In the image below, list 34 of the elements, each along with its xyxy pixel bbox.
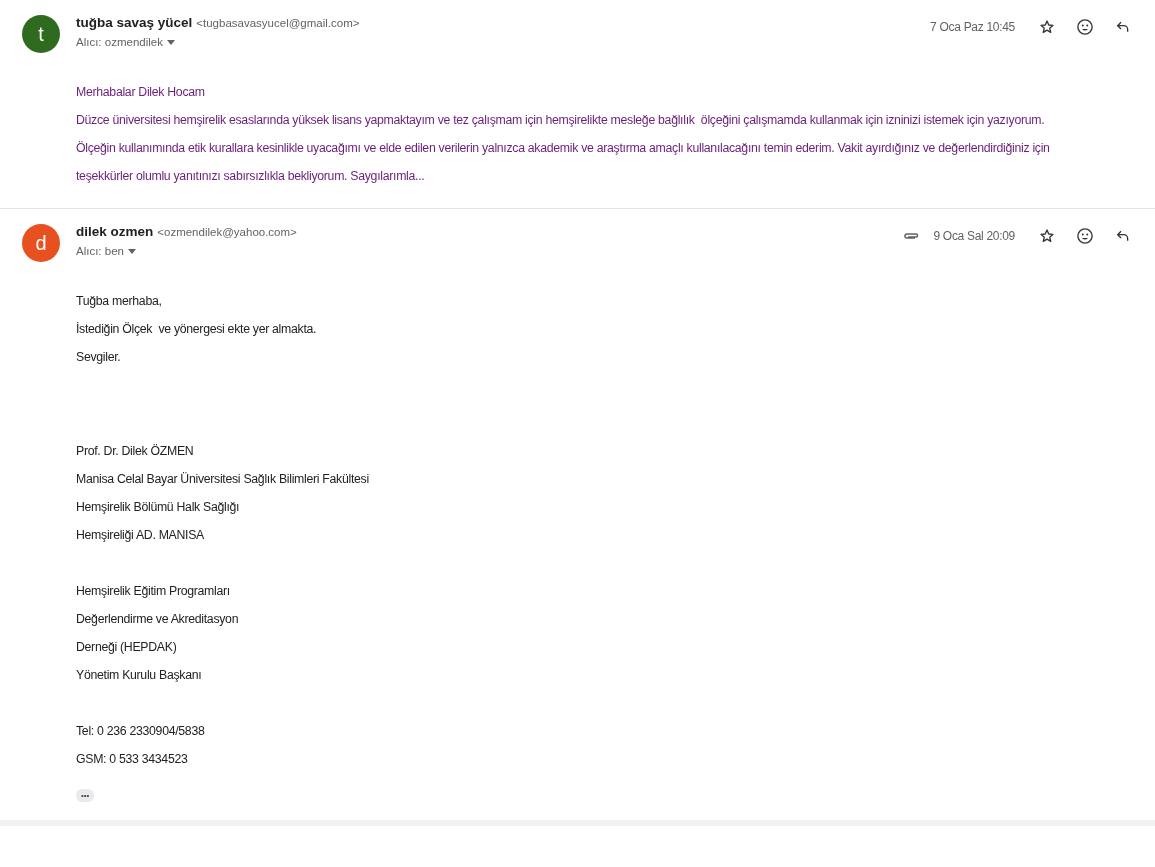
signature-text: Prof. Dr. Dilek ÖZMEN: [76, 443, 195, 460]
message-date: 7 Oca Paz 10:45: [930, 20, 1015, 34]
avatar: d: [22, 224, 60, 262]
sender-name: tuğba savaş yücel: [76, 15, 193, 30]
message-text: Ölçeğin kullanımında etik kurallara kesinlikle uyacağımı ve elde edilen verilerin yalnızca akademik ve araştırma amaçlı kullanılacağını temin ederim. Vakit ayırdığınız ve değerlendirdiğiniz için: [76, 140, 1051, 157]
signature-text: Hemşirelik Eğitim Programları: [76, 583, 231, 600]
avatar: t: [22, 15, 60, 53]
signature-text: Derneği (HEPDAK): [76, 639, 178, 656]
smiley-icon: [1076, 18, 1094, 36]
message-text: İstediğin Ölçek ve yönergesi ekte yer almakta.: [76, 321, 318, 338]
sender-email: <ozmendilek@yahoo.com>: [157, 226, 297, 238]
message-text: teşekkürler olumlu yanıtınızı sabırsızlıkla bekliyorum. Saygılarımla...: [76, 168, 426, 185]
sender-email: <tugbasavasyucel@gmail.com>: [196, 17, 360, 29]
recipient-dropdown[interactable]: Alıcı: ozmendilek: [76, 36, 175, 48]
caret-icon: [127, 248, 136, 254]
message-text: Düzce üniversitesi hemşirelik esaslarında yüksek lisans yapmaktayım ve tez çalışmam için hemşirelikte mesleğe bağlılık ölçeğini çalışmamda kullanmak için izninizi istemek için yazıyorum.: [76, 112, 1046, 129]
show-trimmed-button[interactable]: •••: [76, 789, 95, 802]
reply-icon: [1115, 19, 1131, 35]
message-text: Sevgiler.: [76, 349, 122, 366]
signature-text: Manisa Celal Bayar Üniversitesi Sağlık Bilimleri Fakültesi: [76, 471, 370, 488]
signature-text: Tel: 0 236 2330904/5838: [76, 723, 206, 740]
signature-text: Yönetim Kurulu Başkanı: [76, 667, 203, 684]
smiley-icon: [1076, 227, 1094, 245]
caret-icon: [166, 39, 175, 45]
message-text: Tuğba merhaba,: [76, 293, 163, 310]
signature-text: Değerlendirme ve Akreditasyon: [76, 611, 240, 628]
reply-icon: [1115, 228, 1131, 244]
signature-text: Hemşirelik Bölümü Halk Sağlığı: [76, 499, 241, 516]
sender-name: dilek ozmen: [76, 224, 154, 239]
message-date: 9 Oca Sal 20:09: [933, 229, 1015, 243]
signature-text: Hemşireliği AD. MANISA: [76, 527, 205, 544]
signature-text: GSM: 0 533 3434523: [76, 751, 189, 768]
recipient-dropdown[interactable]: Alıcı: ben: [76, 245, 136, 257]
message-text: Merhabalar Dilek Hocam: [76, 84, 206, 101]
